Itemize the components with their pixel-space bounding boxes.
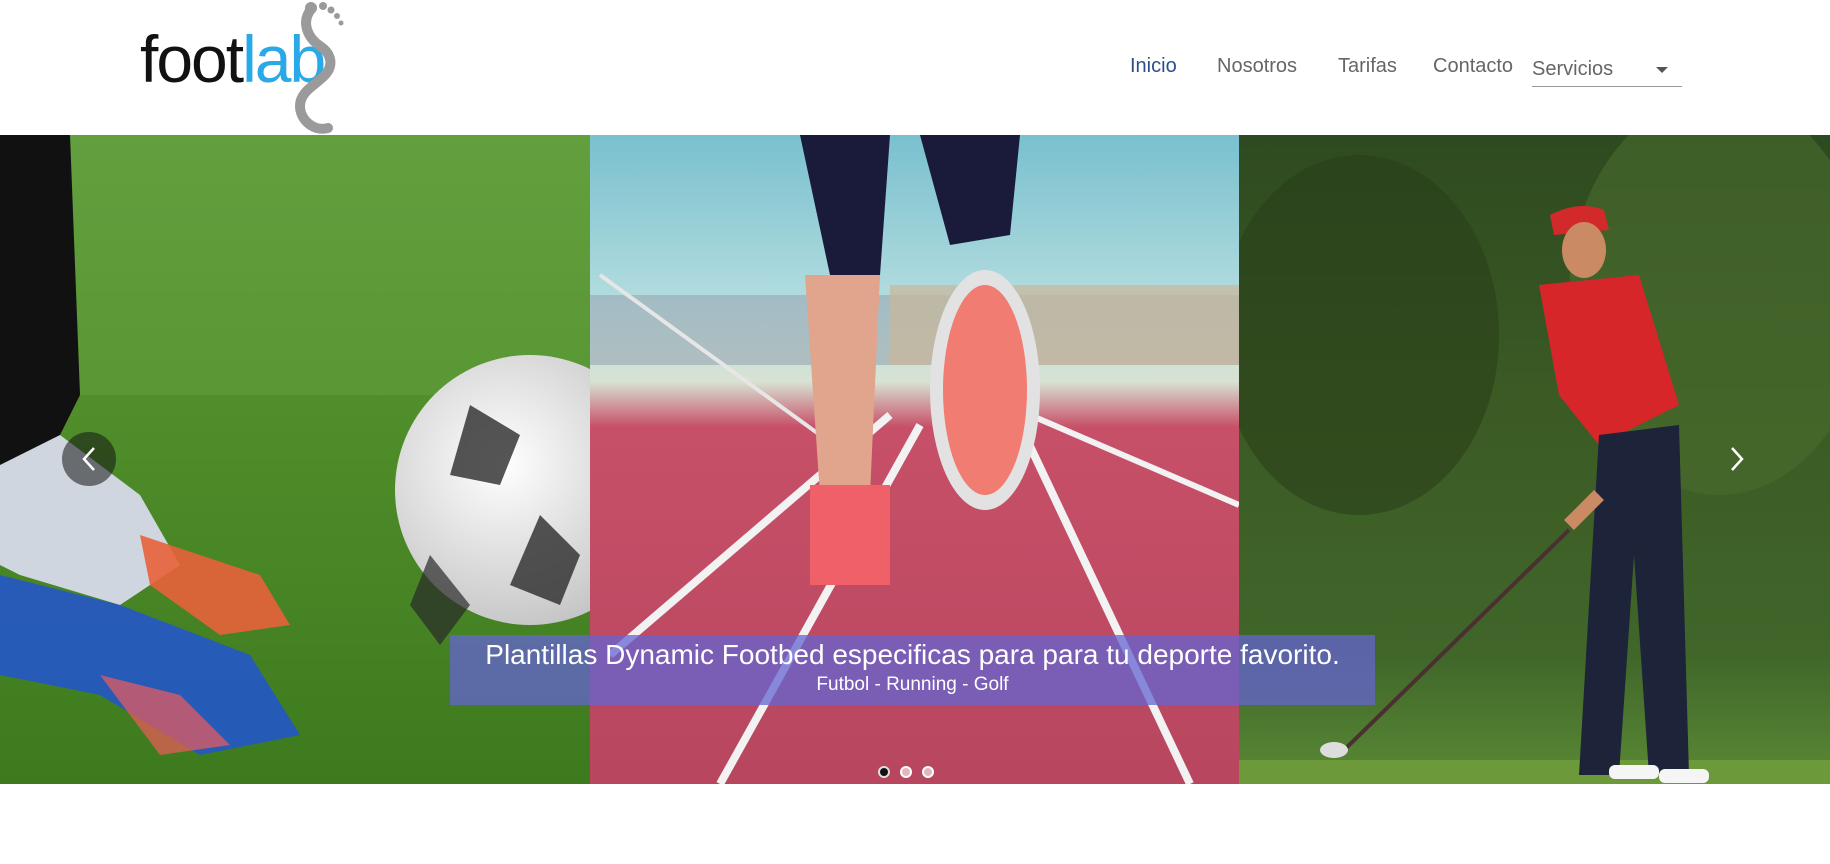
carousel-prev-button[interactable] xyxy=(62,432,116,486)
hero-carousel: Plantillas Dynamic Footbed especificas p… xyxy=(0,135,1830,784)
nav-item-contacto[interactable]: Contacto xyxy=(1433,48,1513,84)
carousel-indicator-2[interactable] xyxy=(900,766,912,778)
footlab-logo[interactable]: footlab xyxy=(140,0,350,135)
carousel-indicator-1[interactable] xyxy=(878,766,890,778)
nav-item-inicio[interactable]: Inicio xyxy=(1130,48,1177,84)
services-select-value: Servicios xyxy=(1532,58,1614,80)
logo-foot-text: foot xyxy=(140,22,244,96)
nav-item-tarifas[interactable]: Tarifas xyxy=(1338,48,1397,84)
site-header: footlab Inicio Nosotros Tarifas Contacto… xyxy=(0,0,1830,135)
services-select[interactable]: Servicios xyxy=(1532,52,1682,87)
chevron-down-icon xyxy=(1656,67,1668,73)
caption-subtitle: Futbol - Running - Golf xyxy=(816,674,1009,695)
carousel-indicator-3[interactable] xyxy=(922,766,934,778)
carousel-caption: Plantillas Dynamic Footbed especificas p… xyxy=(450,635,1375,705)
chevron-right-icon xyxy=(1731,447,1744,471)
caption-title: Plantillas Dynamic Footbed especificas p… xyxy=(485,639,1340,670)
chevron-left-icon xyxy=(82,447,95,471)
carousel-next-button[interactable] xyxy=(1710,432,1764,486)
nav-item-nosotros[interactable]: Nosotros xyxy=(1217,48,1297,84)
footprint-icon xyxy=(294,2,344,134)
